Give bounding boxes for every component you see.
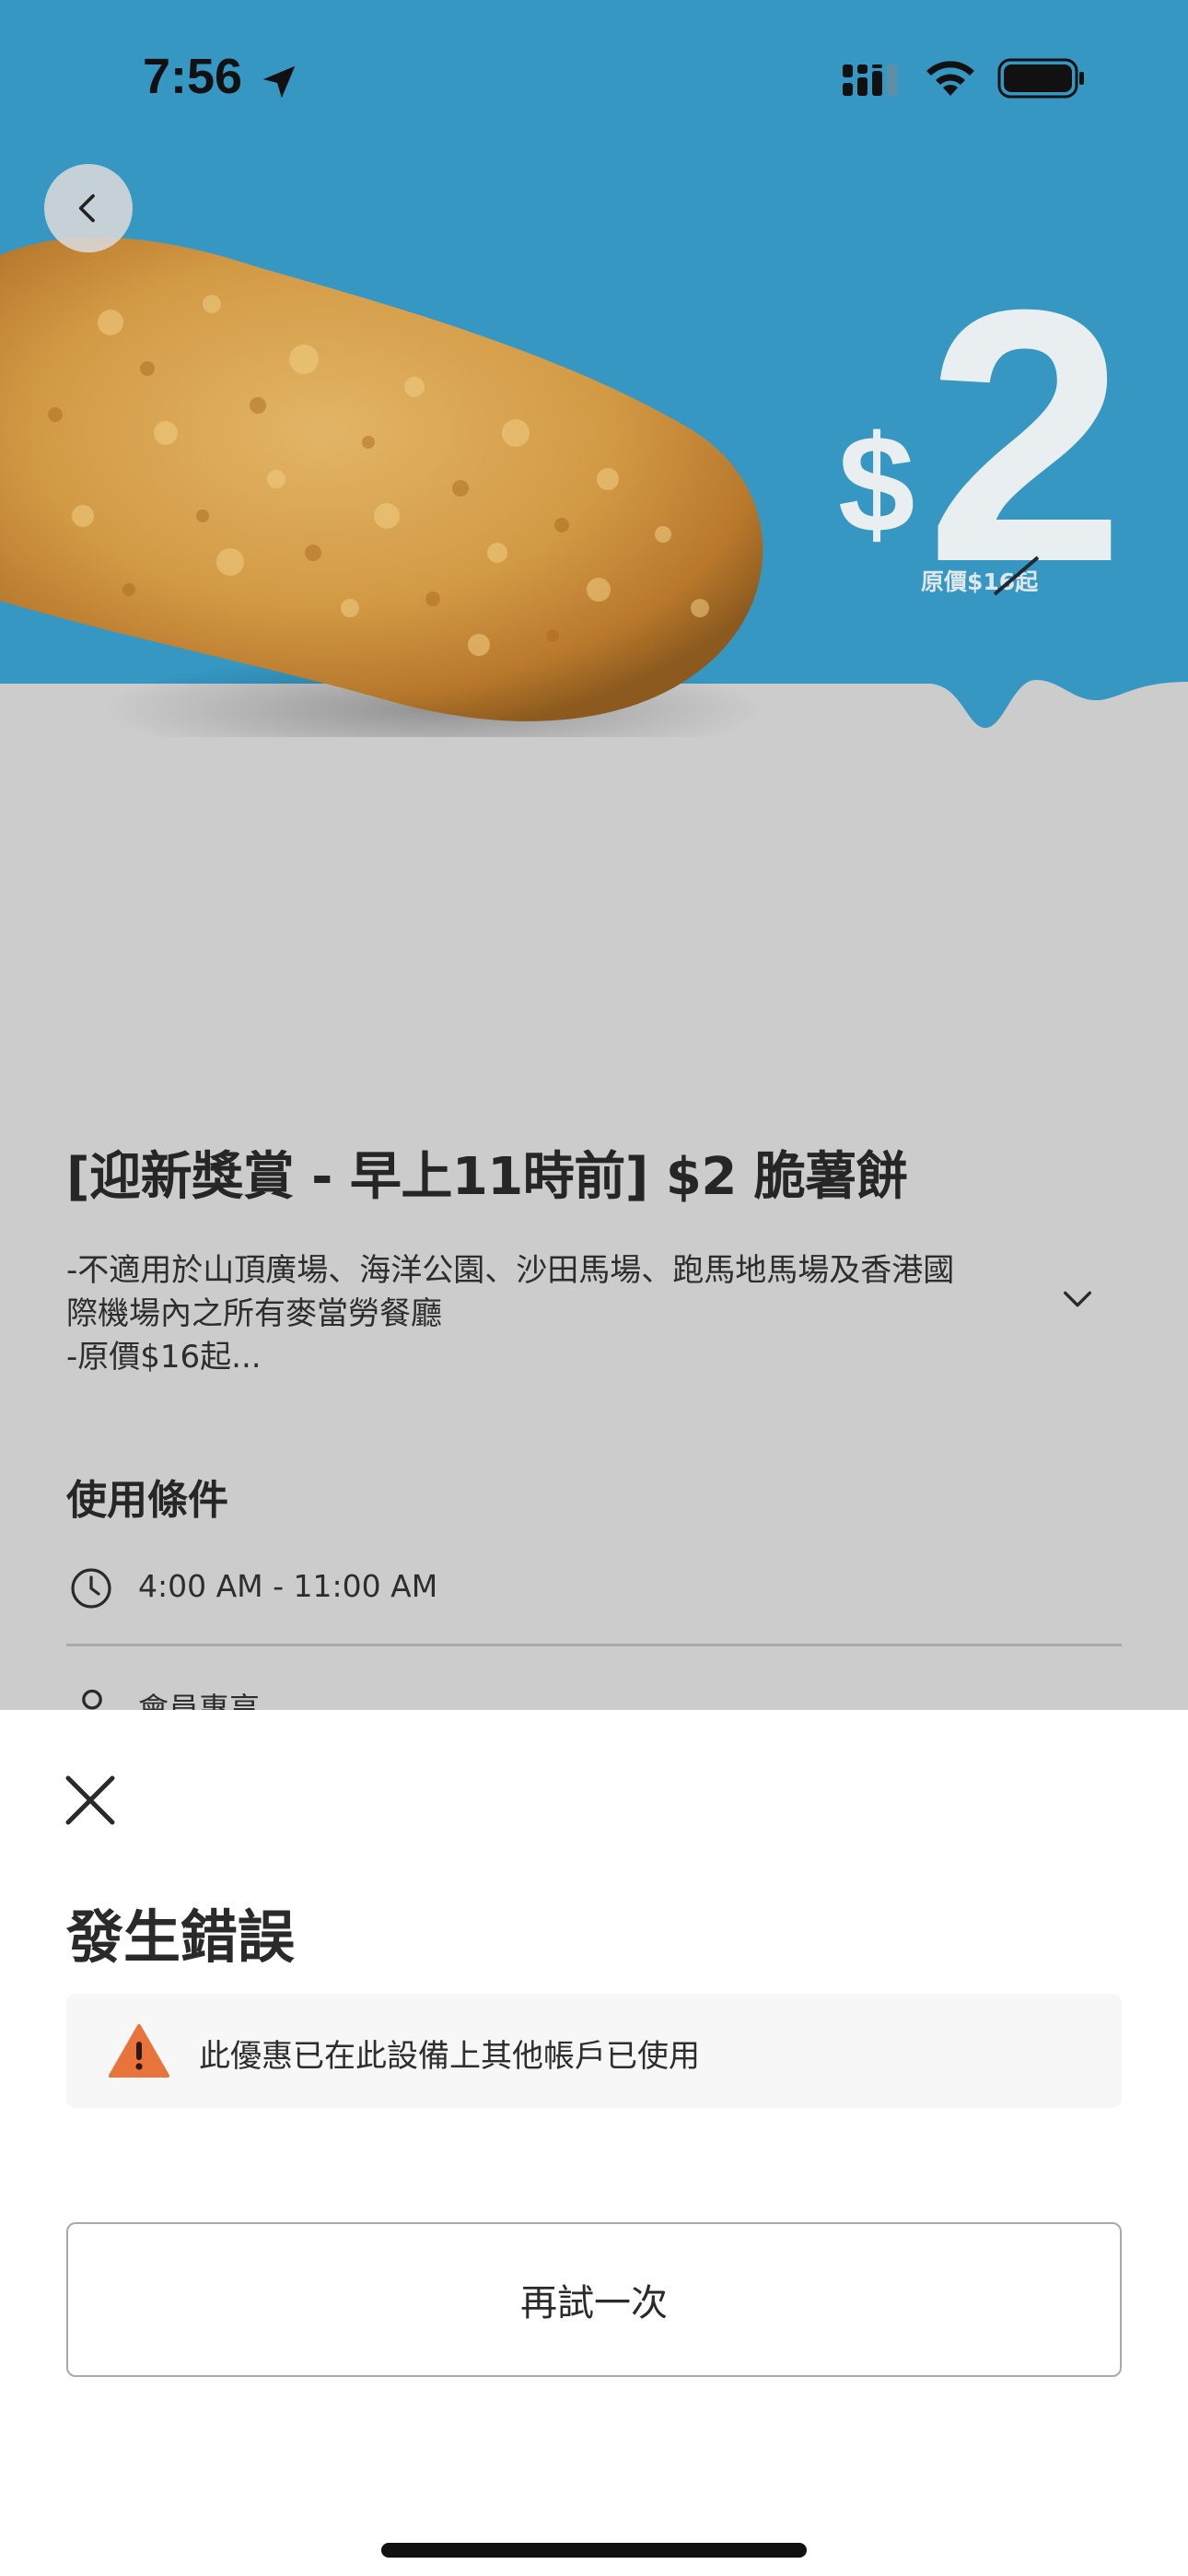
status-bar: 7:56 [0,0,1188,157]
battery-icon [997,58,1084,99]
chevron-left-icon [78,193,95,223]
price-currency: $ [838,406,915,561]
close-button[interactable] [61,1771,120,1830]
strikethrough-mark [993,556,1040,596]
error-message: 此優惠已在此設備上其他帳戶已使用 [199,2038,700,2075]
description-line: 際機場內之所有麥當勞餐廳 [66,1295,442,1332]
error-title: 發生錯誤 [66,1903,296,1971]
cellular-signal-icon [843,64,897,96]
back-button[interactable] [44,164,133,252]
chevron-down-icon[interactable] [1057,1281,1098,1317]
close-icon [65,1775,115,1825]
error-message-box: 此優惠已在此設備上其他帳戶已使用 [66,1994,1122,2108]
warning-icon [109,2024,169,2078]
retry-button[interactable]: 再試一次 [66,2222,1122,2377]
status-time: 7:56 [143,49,243,104]
offer-details: [迎新獎賞 - 早上11時前] $2 脆薯餅 -不適用於山頂廣場、海洋公園、沙田… [0,737,1188,1727]
original-price-prefix: 原價$1 [921,568,999,595]
condition-time-range: 4:00 AM - 11:00 AM [138,1568,438,1604]
offer-hero: 7:56 $ 2 原價$16起 [0,0,1188,765]
home-indicator[interactable] [381,2543,807,2558]
description-line: -原價$16起... [66,1339,262,1376]
conditions-heading: 使用條件 [66,1477,228,1524]
divider [66,1644,1122,1646]
promo-price: $ 2 原價$16起 [829,256,1142,626]
clock-icon [71,1568,111,1609]
wifi-icon [926,61,974,96]
offer-description: -不適用於山頂廣場、海洋公園、沙田馬場、跑馬地馬場及香港國 際機場內之所有麥當勞… [66,1249,1024,1379]
description-line: -不適用於山頂廣場、海洋公園、沙田馬場、跑馬地馬場及香港國 [66,1252,955,1289]
location-arrow-icon [262,65,296,99]
error-bottom-sheet: 發生錯誤 此優惠已在此設備上其他帳戶已使用 再試一次 [0,1710,1188,2576]
offer-title: [迎新獎賞 - 早上11時前] $2 脆薯餅 [66,1147,908,1207]
